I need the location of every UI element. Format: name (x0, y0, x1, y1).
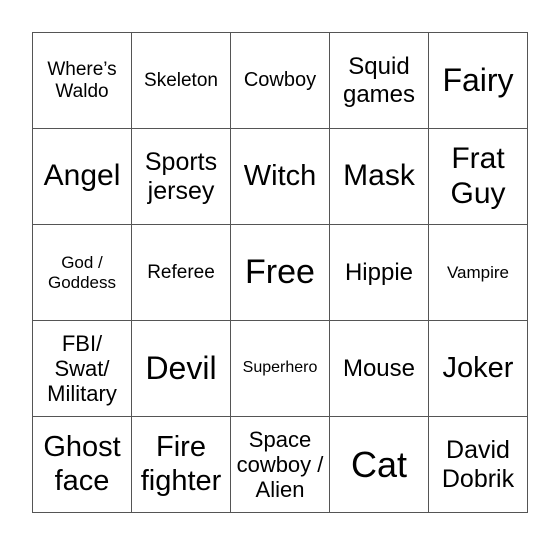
bingo-cell[interactable]: Witch (230, 128, 330, 225)
bingo-cell[interactable]: Cat (329, 416, 429, 513)
bingo-cell[interactable]: Where’s Waldo (32, 32, 132, 129)
bingo-row: Where’s Waldo Skeleton Cowboy Squid game… (32, 32, 528, 129)
bingo-cell[interactable]: God / Goddess (32, 224, 132, 321)
bingo-cell[interactable]: Referee (131, 224, 231, 321)
bingo-row: FBI/ Swat/ Military Devil Superhero Mous… (32, 320, 528, 417)
bingo-cell[interactable]: Mouse (329, 320, 429, 417)
bingo-cell[interactable]: David Dobrik (428, 416, 528, 513)
bingo-cell[interactable]: Superhero (230, 320, 330, 417)
bingo-cell[interactable]: Sports jersey (131, 128, 231, 225)
bingo-cell[interactable]: Joker (428, 320, 528, 417)
bingo-cell[interactable]: Hippie (329, 224, 429, 321)
bingo-cell[interactable]: Fire fighter (131, 416, 231, 513)
bingo-cell[interactable]: Space cowboy / Alien (230, 416, 330, 513)
bingo-cell[interactable]: Angel (32, 128, 132, 225)
bingo-cell[interactable]: Ghost face (32, 416, 132, 513)
bingo-row: Ghost face Fire fighter Space cowboy / A… (32, 416, 528, 513)
bingo-cell[interactable]: FBI/ Swat/ Military (32, 320, 132, 417)
bingo-cell[interactable]: Vampire (428, 224, 528, 321)
bingo-cell[interactable]: Fairy (428, 32, 528, 129)
bingo-row: God / Goddess Referee Free Hippie Vampir… (32, 224, 528, 321)
bingo-cell[interactable]: Frat Guy (428, 128, 528, 225)
bingo-cell[interactable]: Mask (329, 128, 429, 225)
bingo-cell[interactable]: Skeleton (131, 32, 231, 129)
bingo-cell[interactable]: Cowboy (230, 32, 330, 129)
bingo-card: Where’s Waldo Skeleton Cowboy Squid game… (32, 32, 528, 513)
bingo-row: Angel Sports jersey Witch Mask Frat Guy (32, 128, 528, 225)
bingo-cell[interactable]: Devil (131, 320, 231, 417)
bingo-cell[interactable]: Squid games (329, 32, 429, 129)
free-space-cell[interactable]: Free (230, 224, 330, 321)
